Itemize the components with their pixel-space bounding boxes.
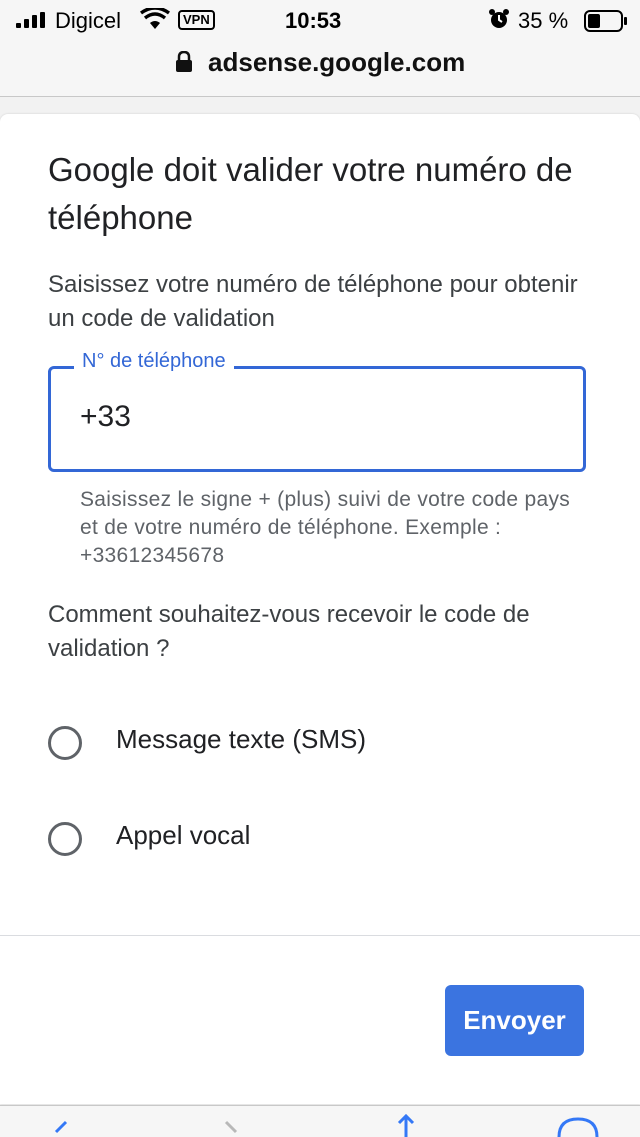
delivery-question: Comment souhaitez-vous recevoir le code … (48, 601, 530, 662)
wifi-icon (140, 8, 170, 29)
radio-button-voice[interactable] (48, 822, 82, 856)
phone-field-label: N° de téléphone (74, 350, 234, 373)
dialog-subtitle: Saisissez votre numéro de téléphone pour… (48, 271, 578, 332)
alarm-icon (489, 9, 509, 28)
carrier-name: Digicel (55, 8, 122, 33)
clock: 10:53 (285, 8, 342, 33)
forward-icon[interactable] (220, 1120, 244, 1137)
send-button[interactable]: Envoyer (445, 985, 584, 1056)
radio-button-sms[interactable] (48, 726, 82, 760)
vpn-badge: VPN (178, 10, 215, 30)
dialog-title: Google doit valider votre numéro de télé… (48, 151, 573, 236)
status-bar: Digicel VPN 10:53 35 % (0, 0, 640, 40)
battery-icon (584, 10, 627, 32)
radio-option-sms[interactable]: Message texte (SMS) (48, 724, 588, 786)
phone-helper-text: Saisissez le signe + (plus) suivi de vot… (80, 488, 571, 567)
share-icon[interactable] (394, 1114, 418, 1137)
browser-toolbar (0, 1105, 640, 1137)
phone-number-input[interactable]: +33 (80, 400, 131, 434)
dialog-divider (0, 935, 640, 936)
url-text: adsense.google.com (208, 47, 466, 77)
radio-label-voice[interactable]: Appel vocal (116, 820, 250, 851)
radio-label-sms[interactable]: Message texte (SMS) (116, 724, 366, 755)
radio-option-voice[interactable]: Appel vocal (48, 820, 588, 882)
lock-icon (175, 51, 192, 72)
back-icon[interactable] (48, 1120, 72, 1137)
bookmarks-icon[interactable] (556, 1116, 600, 1137)
address-bar[interactable]: adsense.google.com (0, 40, 640, 97)
signal-icon (16, 12, 45, 28)
battery-percent: 35 % (518, 8, 569, 33)
